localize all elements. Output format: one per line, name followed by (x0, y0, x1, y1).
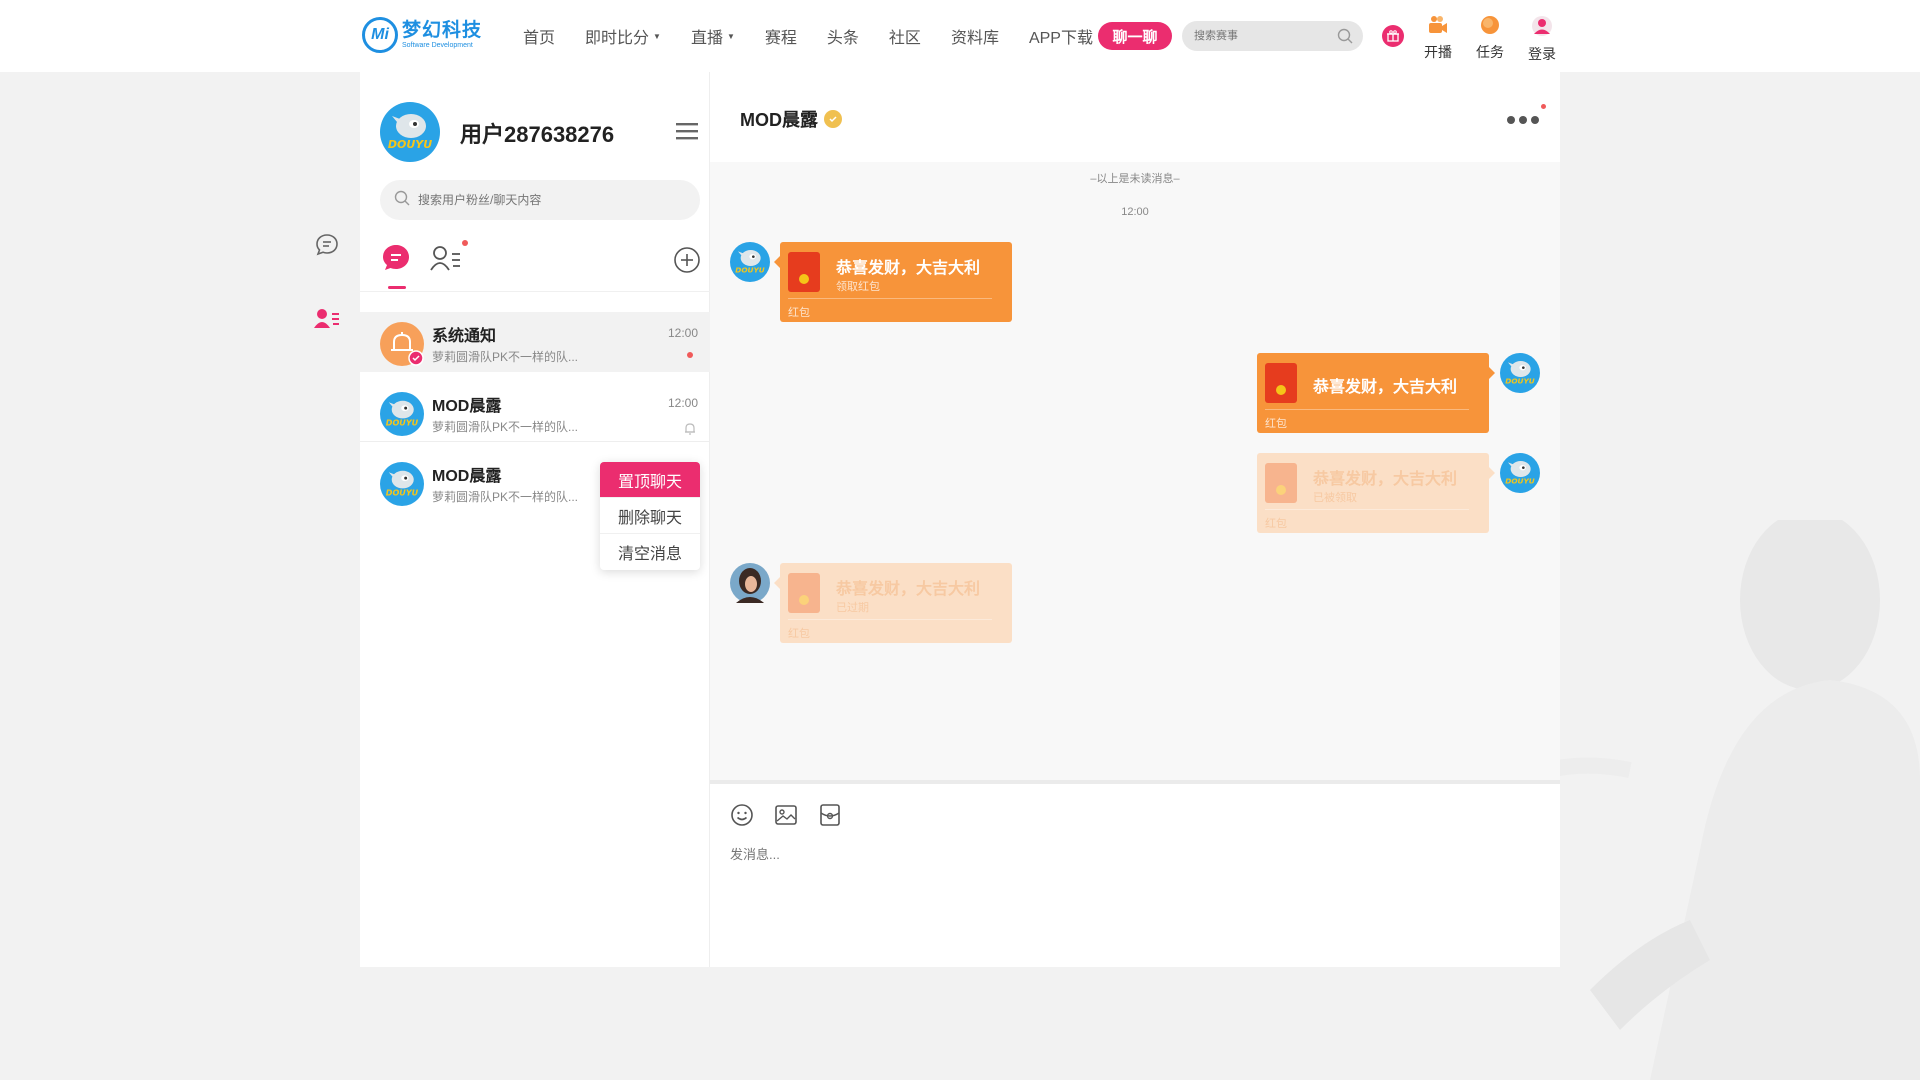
svg-text:DOUYU: DOUYU (1505, 377, 1535, 386)
red-packet-message-claimed[interactable]: 恭喜发财，大吉大利 已被领取 红包 (1257, 453, 1495, 533)
contact-search-box (380, 180, 700, 220)
sender-photo-avatar[interactable] (730, 563, 770, 603)
video-camera-icon (1427, 15, 1449, 40)
go-live-button[interactable]: 开播 (1420, 15, 1456, 62)
red-packet-send-icon[interactable] (817, 802, 843, 828)
conversation-preview: 萝莉圆滑队PK不一样的队... (432, 420, 579, 434)
login-button[interactable]: 登录 (1524, 15, 1560, 64)
sidebar-tabs (360, 240, 710, 292)
red-packet-message[interactable]: 恭喜发财，大吉大利 红包 (1257, 353, 1495, 433)
caret-down-icon: ▼ (726, 31, 735, 41)
nav-database[interactable]: 资料库 (951, 24, 999, 48)
my-message-avatar[interactable]: DOUYU (1500, 353, 1540, 393)
conversation-context-menu: 置顶聊天 删除聊天 清空消息 (600, 462, 700, 570)
nav-home[interactable]: 首页 (523, 24, 555, 48)
brand-name: 梦幻科技 (402, 20, 483, 41)
my-message-avatar[interactable]: DOUYU (1500, 453, 1540, 493)
gift-icon[interactable] (1382, 25, 1404, 47)
notification-dot (462, 240, 468, 246)
conversation-item[interactable]: DOUYU MOD晨露 萝莉圆滑队PK不一样的队... 12:00 (360, 382, 710, 442)
nav-schedule[interactable]: 赛程 (765, 24, 797, 48)
mute-bell-icon (682, 420, 698, 441)
event-search-input[interactable] (1182, 21, 1322, 51)
message-list: –以上是未读消息– 12:00 DOUYU 恭喜发财，大吉大利 领取红包 红包 … (710, 162, 1560, 780)
message-composer (710, 784, 1560, 967)
tasks-button[interactable]: 任务 (1472, 15, 1508, 62)
chat-window: MOD晨露 –以上是未读消息– 12:00 DOUYU 恭喜发财，大吉大利 领取… (710, 72, 1560, 967)
more-options-icon[interactable] (1506, 104, 1546, 130)
red-packet-icon (788, 252, 820, 292)
conversation-name: 系统通知 (432, 328, 497, 345)
conversation-preview: 萝莉圆滑队PK不一样的队... (432, 350, 579, 364)
top-navigation-bar: Mi 梦幻科技 Software Development 首页 即时比分 ▼ 直播… (0, 0, 1920, 72)
douyu-avatar: DOUYU (380, 462, 424, 506)
chat-panel: DOUYU 用户287638276 搜索用户粉丝/聊天内容 系统通知 萝莉圆滑队… (360, 72, 1560, 967)
chat-bubble-icon[interactable] (312, 230, 342, 260)
svg-text:DOUYU: DOUYU (1505, 477, 1535, 486)
conversation-time: 12:00 (667, 326, 698, 340)
task-badge-icon (1479, 15, 1501, 40)
red-packet-icon (1265, 463, 1297, 503)
chat-now-button[interactable]: 聊一聊 (1098, 22, 1172, 50)
notification-dot (1541, 104, 1546, 109)
nav-app-download[interactable]: APP下载 (1029, 24, 1093, 48)
nav-community[interactable]: 社区 (889, 24, 921, 48)
nav-headlines[interactable]: 头条 (827, 24, 859, 48)
svg-text:DOUYU: DOUYU (388, 138, 432, 151)
unread-divider: –以上是未读消息– (1090, 173, 1180, 185)
conversation-name: MOD晨露 (432, 468, 502, 485)
red-packet-message[interactable]: 恭喜发财，大吉大利 领取红包 红包 (774, 242, 1012, 322)
tab-contacts[interactable] (430, 240, 468, 277)
verified-badge-icon (824, 110, 842, 128)
my-avatar[interactable]: DOUYU (380, 102, 440, 162)
logo-mark: Mi (362, 17, 398, 53)
svg-text:DOUYU: DOUYU (386, 419, 419, 428)
clear-messages-menu-item[interactable]: 清空消息 (600, 534, 700, 570)
brand-tagline: Software Development (402, 42, 473, 49)
sender-avatar[interactable]: DOUYU (730, 242, 770, 282)
conversation-preview: 萝莉圆滑队PK不一样的队... (432, 490, 579, 504)
message-timestamp: 12:00 (1121, 206, 1149, 218)
emoji-icon[interactable] (729, 802, 755, 828)
red-packet-icon (1265, 363, 1297, 403)
svg-text:DOUYU: DOUYU (386, 489, 419, 498)
active-tab-indicator (388, 286, 406, 289)
user-icon (1531, 15, 1553, 42)
conversation-name: MOD晨露 (432, 398, 502, 415)
brand-logo[interactable]: Mi 梦幻科技 Software Development (362, 17, 482, 53)
conversation-time: 12:00 (667, 396, 698, 410)
conversation-sidebar: DOUYU 用户287638276 搜索用户粉丝/聊天内容 系统通知 萝莉圆滑队… (360, 72, 710, 967)
main-nav: 首页 即时比分 ▼ 直播 ▼ 赛程 头条 社区 资料库 APP下载 (523, 24, 1123, 48)
composer-toolbar (729, 802, 861, 828)
conversation-item[interactable]: 系统通知 萝莉圆滑队PK不一样的队... 12:00 (360, 312, 710, 372)
my-username: 用户287638276 (460, 122, 615, 147)
search-icon[interactable] (1337, 28, 1353, 49)
message-input[interactable] (730, 844, 1530, 944)
red-packet-message-expired[interactable]: 恭喜发财，大吉大利 已过期 红包 (774, 563, 1012, 643)
nav-live-stream[interactable]: 直播 ▼ (691, 24, 735, 48)
nav-live-score[interactable]: 即时比分 ▼ (585, 24, 661, 48)
svg-text:DOUYU: DOUYU (735, 266, 765, 275)
caret-down-icon: ▼ (653, 31, 661, 41)
search-icon (394, 190, 410, 211)
chat-title: MOD晨露 (740, 110, 818, 130)
tab-messages[interactable] (380, 242, 412, 282)
system-bell-avatar (380, 322, 424, 366)
hamburger-menu-icon[interactable] (676, 122, 698, 145)
pin-chat-menu-item[interactable]: 置顶聊天 (600, 462, 700, 498)
image-icon[interactable] (773, 802, 799, 828)
unread-dot (687, 352, 693, 358)
delete-chat-menu-item[interactable]: 删除聊天 (600, 498, 700, 534)
contact-search-input[interactable] (418, 193, 678, 207)
add-circle-icon[interactable] (673, 246, 701, 279)
chat-header: MOD晨露 (710, 72, 1560, 162)
contacts-icon[interactable] (312, 304, 342, 334)
douyu-avatar: DOUYU (380, 392, 424, 436)
event-search-box (1182, 21, 1363, 51)
red-packet-icon (788, 573, 820, 613)
